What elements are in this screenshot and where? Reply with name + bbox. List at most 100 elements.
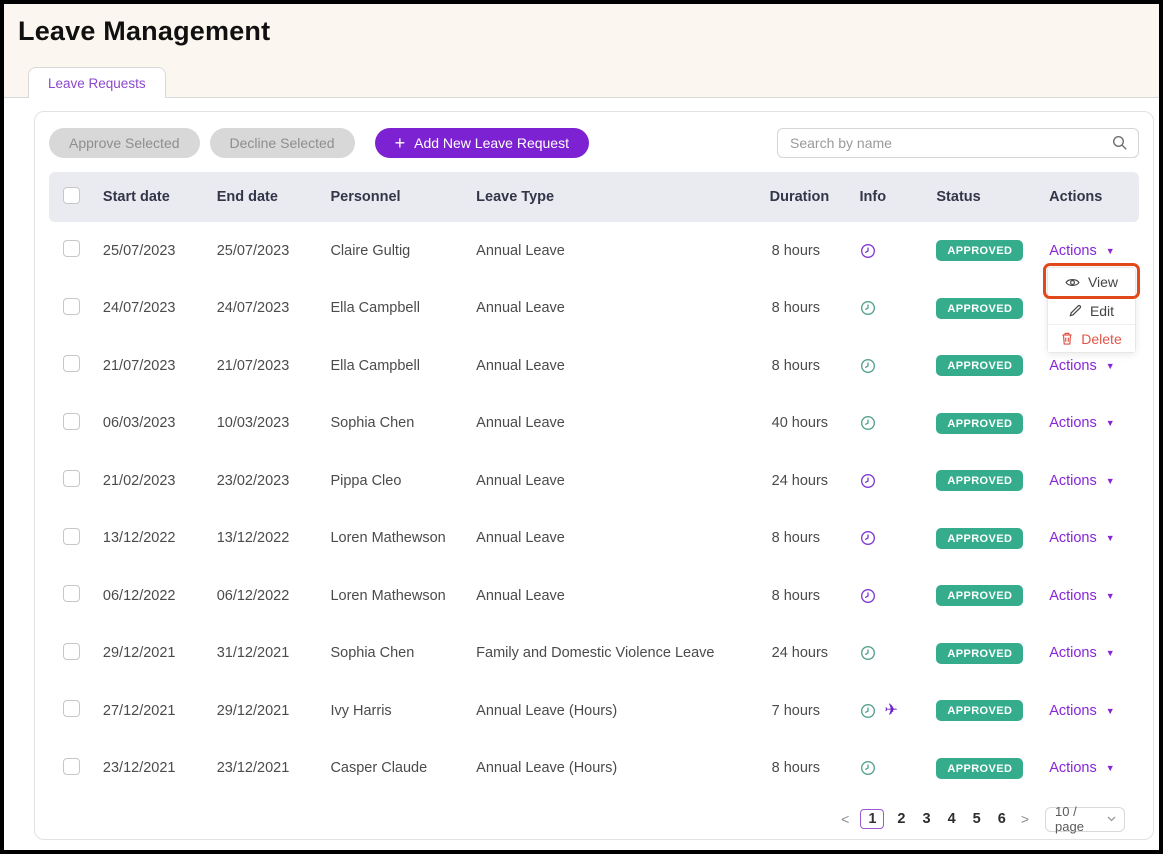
select-all-checkbox[interactable] bbox=[63, 187, 80, 204]
info-cell: ✈ bbox=[830, 243, 924, 259]
actions-dropdown-trigger[interactable]: Actions▼ bbox=[1049, 243, 1114, 259]
personnel-cell: Loren Mathewson bbox=[330, 530, 476, 546]
row-checkbox[interactable] bbox=[63, 355, 80, 372]
plane-icon[interactable]: ✈ bbox=[885, 703, 898, 719]
row-checkbox[interactable] bbox=[63, 643, 80, 660]
start-date-cell: 25/07/2023 bbox=[103, 243, 217, 259]
actions-dropdown-trigger[interactable]: Actions▼ bbox=[1049, 358, 1114, 374]
duration-cell: 7 hours bbox=[744, 703, 830, 719]
search-input[interactable] bbox=[777, 128, 1139, 158]
actions-cell: Actions▼ bbox=[1038, 415, 1139, 431]
actions-dropdown-trigger[interactable]: Actions▼ bbox=[1049, 703, 1114, 719]
actions-dropdown-trigger[interactable]: Actions▼ bbox=[1049, 645, 1114, 661]
status-badge: APPROVED bbox=[936, 758, 1023, 779]
column-header-personnel: Personnel bbox=[330, 189, 476, 205]
status-badge: APPROVED bbox=[936, 298, 1023, 319]
page-number-2[interactable]: 2 bbox=[893, 810, 909, 828]
table-body: 25/07/2023 25/07/2023 Claire Gultig Annu… bbox=[49, 222, 1139, 797]
info-cell: ✈ bbox=[830, 415, 924, 431]
start-date-cell: 06/12/2022 bbox=[103, 588, 217, 604]
leave-type-cell: Annual Leave bbox=[476, 358, 743, 374]
row-checkbox[interactable] bbox=[63, 528, 80, 545]
next-page-icon[interactable]: > bbox=[1019, 811, 1031, 827]
table-row: 13/12/2022 13/12/2022 Loren Mathewson An… bbox=[49, 510, 1139, 568]
pencil-icon bbox=[1069, 304, 1082, 317]
row-checkbox[interactable] bbox=[63, 240, 80, 257]
clock-icon[interactable] bbox=[860, 415, 876, 431]
status-cell: APPROVED bbox=[923, 413, 1038, 434]
actions-cell: Actions▼ bbox=[1038, 588, 1139, 604]
row-checkbox[interactable] bbox=[63, 585, 80, 602]
page-number-5[interactable]: 5 bbox=[969, 810, 985, 828]
end-date-cell: 24/07/2023 bbox=[217, 300, 331, 316]
clock-icon[interactable] bbox=[860, 243, 876, 259]
row-checkbox[interactable] bbox=[63, 413, 80, 430]
column-header-start-date: Start date bbox=[103, 189, 217, 205]
menu-item-label: Delete bbox=[1081, 331, 1121, 347]
table-row: 21/07/2023 21/07/2023 Ella Campbell Annu… bbox=[49, 337, 1139, 395]
row-checkbox[interactable] bbox=[63, 700, 80, 717]
personnel-cell: Sophia Chen bbox=[330, 415, 476, 431]
leave-type-cell: Annual Leave bbox=[476, 588, 743, 604]
actions-dropdown-trigger[interactable]: Actions▼ bbox=[1049, 415, 1114, 431]
chevron-down-icon: ▼ bbox=[1106, 763, 1115, 773]
personnel-cell: Casper Claude bbox=[330, 760, 476, 776]
actions-dropdown-trigger[interactable]: Actions▼ bbox=[1049, 530, 1114, 546]
previous-page-icon[interactable]: < bbox=[839, 811, 851, 827]
page-size-select[interactable]: 10 / page bbox=[1045, 807, 1125, 832]
duration-cell: 8 hours bbox=[744, 300, 830, 316]
actions-dropdown-trigger[interactable]: Actions▼ bbox=[1049, 588, 1114, 604]
end-date-cell: 06/12/2022 bbox=[217, 588, 331, 604]
menu-item-view[interactable]: View bbox=[1048, 268, 1135, 296]
menu-item-edit[interactable]: Edit bbox=[1048, 296, 1135, 324]
clock-icon[interactable] bbox=[860, 300, 876, 316]
status-badge: APPROVED bbox=[936, 470, 1023, 491]
plus-icon: + bbox=[395, 134, 406, 152]
row-checkbox[interactable] bbox=[63, 470, 80, 487]
clock-icon[interactable] bbox=[860, 703, 876, 719]
search-container bbox=[777, 128, 1139, 158]
menu-item-delete[interactable]: Delete bbox=[1048, 324, 1135, 352]
trash-icon bbox=[1061, 332, 1073, 345]
duration-cell: 24 hours bbox=[744, 473, 830, 489]
column-header-leave-type: Leave Type bbox=[476, 189, 743, 205]
duration-cell: 8 hours bbox=[744, 243, 830, 259]
tab-leave-requests[interactable]: Leave Requests bbox=[28, 67, 166, 98]
add-new-leave-request-button[interactable]: + Add New Leave Request bbox=[375, 128, 589, 158]
end-date-cell: 29/12/2021 bbox=[217, 703, 331, 719]
leave-requests-card: Approve Selected Decline Selected + Add … bbox=[34, 111, 1154, 840]
end-date-cell: 13/12/2022 bbox=[217, 530, 331, 546]
actions-cell: Actions▼ bbox=[1038, 530, 1139, 546]
duration-cell: 8 hours bbox=[744, 358, 830, 374]
row-checkbox[interactable] bbox=[63, 298, 80, 315]
column-header-status: Status bbox=[923, 189, 1038, 205]
row-checkbox[interactable] bbox=[63, 758, 80, 775]
leave-type-cell: Annual Leave (Hours) bbox=[476, 760, 743, 776]
approve-selected-button[interactable]: Approve Selected bbox=[49, 128, 200, 158]
page-number-3[interactable]: 3 bbox=[919, 810, 935, 828]
actions-dropdown-trigger[interactable]: Actions▼ bbox=[1049, 760, 1114, 776]
table-row: 23/12/2021 23/12/2021 Casper Claude Annu… bbox=[49, 740, 1139, 798]
actions-cell: Actions▼ bbox=[1038, 703, 1139, 719]
page-number-1[interactable]: 1 bbox=[860, 809, 884, 829]
duration-cell: 8 hours bbox=[744, 588, 830, 604]
chevron-down-icon: ▼ bbox=[1106, 533, 1115, 543]
page-number-4[interactable]: 4 bbox=[944, 810, 960, 828]
status-badge: APPROVED bbox=[936, 643, 1023, 664]
chevron-down-icon bbox=[1107, 816, 1116, 822]
page-number-6[interactable]: 6 bbox=[994, 810, 1010, 828]
actions-cell: Actions▼ bbox=[1038, 358, 1139, 374]
clock-icon[interactable] bbox=[860, 530, 876, 546]
clock-icon[interactable] bbox=[860, 645, 876, 661]
menu-item-label: Edit bbox=[1090, 303, 1114, 319]
personnel-cell: Ella Campbell bbox=[330, 300, 476, 316]
clock-icon[interactable] bbox=[860, 473, 876, 489]
decline-selected-button[interactable]: Decline Selected bbox=[210, 128, 355, 158]
clock-icon[interactable] bbox=[860, 358, 876, 374]
leave-type-cell: Annual Leave bbox=[476, 530, 743, 546]
clock-icon[interactable] bbox=[860, 588, 876, 604]
actions-dropdown-trigger[interactable]: Actions▼ bbox=[1049, 473, 1114, 489]
clock-icon[interactable] bbox=[860, 760, 876, 776]
personnel-cell: Ivy Harris bbox=[330, 703, 476, 719]
personnel-cell: Ella Campbell bbox=[330, 358, 476, 374]
